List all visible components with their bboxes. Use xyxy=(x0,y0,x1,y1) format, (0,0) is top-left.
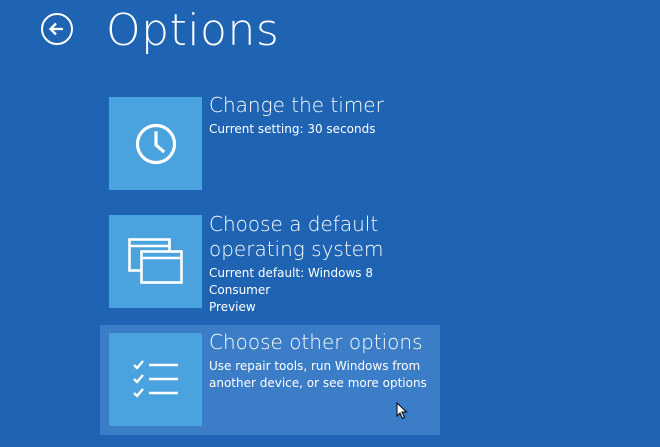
default-os-description-line2: Preview xyxy=(209,300,256,314)
default-os-tile[interactable] xyxy=(109,215,202,308)
default-os-option[interactable]: Choose a default operating system Curren… xyxy=(100,207,440,314)
clock-icon xyxy=(135,123,176,164)
change-timer-tile[interactable] xyxy=(109,97,202,190)
windows-icon xyxy=(127,237,183,284)
default-os-description-line1: Current default: Windows 8 Consumer xyxy=(209,266,373,297)
other-options-title: Choose other options xyxy=(209,330,423,354)
default-os-title-line1: Choose a default xyxy=(209,212,379,236)
change-timer-option[interactable]: Change the timer Current setting: 30 sec… xyxy=(100,90,440,196)
back-button[interactable] xyxy=(41,13,73,45)
default-os-title-line2: operating system xyxy=(209,237,384,261)
change-timer-description: Current setting: 30 seconds xyxy=(209,122,376,136)
other-options-description-line2: another device, or see more options xyxy=(209,376,427,390)
change-timer-title: Change the timer xyxy=(209,93,384,117)
checklist-icon xyxy=(132,359,178,398)
other-options-tile[interactable] xyxy=(109,333,202,426)
other-options-description-line1: Use repair tools, run Windows from xyxy=(209,359,421,373)
mouse-cursor-icon xyxy=(396,401,408,424)
arrow-left-icon xyxy=(48,22,63,36)
page-title: Options xyxy=(106,5,280,56)
other-options-option[interactable]: Choose other options Use repair tools, r… xyxy=(100,325,440,435)
